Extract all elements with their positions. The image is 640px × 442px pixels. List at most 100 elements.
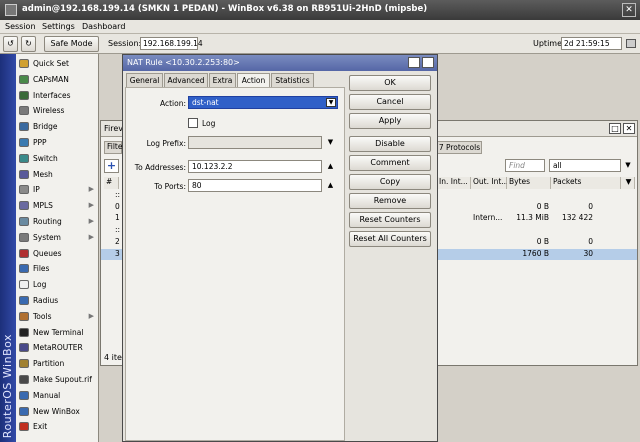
column-header-out-interface[interactable]: Out. Int...: [471, 177, 508, 189]
sidebar-item-log[interactable]: Log: [16, 277, 99, 293]
sidebar-item-label: Log: [33, 280, 47, 290]
sidebar-item-exit[interactable]: Exit: [16, 419, 99, 435]
sidebar-item-label: System: [33, 232, 61, 242]
sidebar-item-new-terminal[interactable]: New Terminal: [16, 325, 99, 341]
redo-button[interactable]: ↻: [21, 36, 36, 52]
ok-button[interactable]: OK: [349, 75, 431, 91]
session-field: 192.168.199.14: [140, 37, 203, 50]
wireless-icon: [19, 106, 29, 116]
column-header-bytes[interactable]: Bytes: [507, 177, 551, 189]
sidebar-item-routing[interactable]: Routing ▶: [16, 214, 99, 230]
find-input[interactable]: Find: [505, 159, 545, 172]
log-label: Log: [202, 119, 216, 128]
to-addresses-label: To Addresses:: [134, 163, 186, 172]
log-prefix-dropdown-icon[interactable]: ▼: [326, 137, 335, 148]
tab-action[interactable]: Action: [237, 73, 270, 88]
mesh-icon: [19, 169, 29, 179]
to-ports-field[interactable]: 80: [188, 179, 322, 192]
close-window-button[interactable]: ✕: [622, 3, 636, 17]
sidebar-item-mpls[interactable]: MPLS ▶: [16, 198, 99, 214]
copy-button[interactable]: Copy: [349, 174, 431, 190]
remove-button[interactable]: Remove: [349, 193, 431, 209]
apply-button[interactable]: Apply: [349, 113, 431, 129]
undo-button[interactable]: ↺: [3, 36, 18, 52]
sidebar-item-label: Radius: [33, 296, 59, 305]
safe-mode-button[interactable]: Safe Mode: [44, 36, 99, 52]
sidebar-item-label: Manual: [33, 390, 61, 400]
menubar: Session Settings Dashboard: [0, 20, 640, 34]
sidebar-item-label: Tools: [33, 311, 52, 321]
sidebar-item-label: Interfaces: [33, 90, 71, 100]
firewall-title: Firev: [104, 124, 124, 133]
column-header-in-interface[interactable]: In. Int...: [437, 177, 471, 189]
tab-general[interactable]: General: [126, 73, 163, 87]
nat-close-button[interactable]: ✕: [422, 57, 434, 68]
log-prefix-field[interactable]: [188, 136, 322, 149]
sidebar-item-system[interactable]: System ▶: [16, 230, 99, 246]
to-addresses-field[interactable]: 10.123.2.2: [188, 160, 322, 173]
filter-select[interactable]: all: [549, 159, 621, 172]
metarouter-icon: [19, 343, 29, 353]
brand-text: RouterOS WinBox: [1, 333, 14, 438]
action-dropdown-icon[interactable]: ▼: [326, 98, 336, 107]
brand-strip: RouterOS WinBox: [0, 54, 16, 442]
reset-all-counters-button[interactable]: Reset All Counters: [349, 231, 431, 247]
tab-extra[interactable]: Extra: [209, 73, 236, 87]
cell-packets: 132 422: [561, 213, 593, 223]
nat-maximize-button[interactable]: □: [408, 57, 420, 68]
tab-statistics[interactable]: Statistics: [271, 73, 314, 87]
sidebar-item-quick-set[interactable]: Quick Set: [16, 56, 99, 72]
comment-button[interactable]: Comment: [349, 155, 431, 171]
action-select[interactable]: dst-nat: [188, 96, 338, 109]
firewall-close-button[interactable]: ✕: [623, 123, 635, 134]
tab-advanced[interactable]: Advanced: [164, 73, 208, 87]
sidebar-item-ppp[interactable]: PPP: [16, 135, 99, 151]
sidebar-item-metarouter[interactable]: MetaROUTER: [16, 340, 99, 356]
columns-dropdown-icon[interactable]: ▼: [621, 177, 635, 189]
sidebar-item-label: Wireless: [33, 106, 65, 116]
redo-icon: ↻: [25, 39, 32, 48]
filter-dropdown-icon[interactable]: ▼: [623, 159, 633, 172]
menu-session[interactable]: Session: [5, 22, 36, 31]
disable-button[interactable]: Disable: [349, 136, 431, 152]
sidebar-item-tools[interactable]: Tools ▶: [16, 309, 99, 325]
window-title: admin@192.168.199.14 (SMKN 1 PEDAN) - Wi…: [22, 4, 428, 14]
to-addresses-collapse-icon[interactable]: ▲: [326, 161, 335, 172]
sidebar-item-label: CAPsMAN: [33, 74, 69, 84]
add-icon[interactable]: +: [104, 159, 119, 173]
sidebar-item-label: Files: [33, 264, 50, 274]
menu-dashboard[interactable]: Dashboard: [82, 22, 125, 31]
firewall-maximize-button[interactable]: □: [609, 123, 621, 134]
sidebar-item-queues[interactable]: Queues: [16, 246, 99, 262]
queues-icon: [19, 248, 29, 258]
sidebar-item-label: New Terminal: [33, 327, 84, 337]
sidebar-item-new-winbox[interactable]: New WinBox: [16, 404, 99, 420]
sidebar-item-wireless[interactable]: Wireless: [16, 103, 99, 119]
sidebar-item-mesh[interactable]: Mesh: [16, 167, 99, 183]
column-header-number[interactable]: #: [104, 177, 119, 189]
sidebar-item-switch[interactable]: Switch: [16, 151, 99, 167]
cancel-button[interactable]: Cancel: [349, 94, 431, 110]
sidebar-item-interfaces[interactable]: Interfaces: [16, 88, 99, 104]
manual-icon: [19, 390, 29, 400]
winbox-icon: [19, 406, 29, 416]
log-checkbox[interactable]: [188, 118, 198, 128]
tab-filter[interactable]: Filte: [104, 141, 123, 154]
sidebar-item-manual[interactable]: Manual: [16, 388, 99, 404]
sidebar-item-radius[interactable]: Radius: [16, 293, 99, 309]
sidebar-item-files[interactable]: Files: [16, 261, 99, 277]
cell-packets: 0: [588, 201, 593, 211]
sidebar-item-partition[interactable]: Partition: [16, 356, 99, 372]
sidebar-item-make-supout-rif[interactable]: Make Supout.rif: [16, 372, 99, 388]
menu-settings[interactable]: Settings: [42, 22, 75, 31]
log-prefix-label: Log Prefix:: [146, 139, 186, 148]
column-header-packets[interactable]: Packets: [551, 177, 621, 189]
sidebar-item-ip[interactable]: IP ▶: [16, 182, 99, 198]
sidebar-item-bridge[interactable]: Bridge: [16, 119, 99, 135]
nat-rule-dialog: NAT Rule <10.30.2.253:80> □ ✕ General Ad…: [122, 54, 438, 442]
to-ports-collapse-icon[interactable]: ▲: [326, 180, 335, 191]
sidebar-item-capsman[interactable]: CAPsMAN: [16, 72, 99, 88]
files-icon: [19, 264, 29, 274]
tab-l7-protocols[interactable]: 7 Protocols: [437, 141, 482, 154]
reset-counters-button[interactable]: Reset Counters: [349, 212, 431, 228]
